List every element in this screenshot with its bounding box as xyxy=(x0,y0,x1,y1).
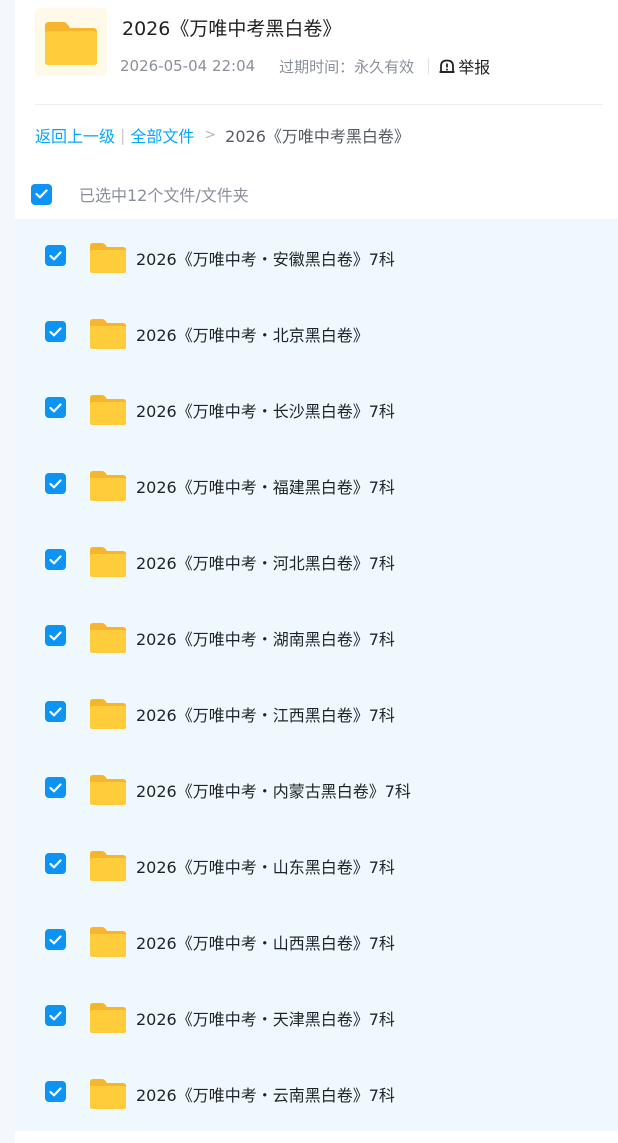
file-row[interactable]: 2026《万唯中考・河北黑白卷》7科 xyxy=(15,523,618,599)
file-name[interactable]: 2026《万唯中考・江西黑白卷》7科 xyxy=(136,702,395,726)
share-title: 2026《万唯中考黑白卷》 xyxy=(122,18,342,40)
file-row[interactable]: 2026《万唯中考・云南黑白卷》7科 xyxy=(15,1055,618,1131)
file-row[interactable]: 2026《万唯中考・长沙黑白卷》7科 xyxy=(15,371,618,447)
breadcrumb-divider: | xyxy=(120,125,126,145)
row-checkbox[interactable] xyxy=(45,245,66,266)
folder-icon xyxy=(89,241,127,278)
folder-icon xyxy=(89,1001,127,1038)
check-icon xyxy=(49,326,62,336)
file-name[interactable]: 2026《万唯中考・安徽黑白卷》7科 xyxy=(136,246,395,270)
report-label: 举报 xyxy=(458,58,491,77)
folder-icon xyxy=(89,317,127,354)
breadcrumb: 返回上一级 | 全部文件 > 2026《万唯中考黑白卷》 xyxy=(35,123,410,147)
file-name[interactable]: 2026《万唯中考・山西黑白卷》7科 xyxy=(136,930,395,954)
check-icon xyxy=(35,189,48,199)
file-row[interactable]: 2026《万唯中考・山东黑白卷》7科 xyxy=(15,827,618,903)
file-row[interactable]: 2026《万唯中考・江西黑白卷》7科 xyxy=(15,675,618,751)
folder-icon xyxy=(89,773,127,810)
selection-summary: 已选中12个文件/文件夹 xyxy=(79,186,249,205)
folder-icon xyxy=(89,393,127,430)
row-checkbox[interactable] xyxy=(45,321,66,342)
meta-divider xyxy=(428,58,430,74)
folder-icon xyxy=(89,849,127,886)
check-icon xyxy=(49,630,62,640)
file-name[interactable]: 2026《万唯中考・山东黑白卷》7科 xyxy=(136,854,395,878)
check-icon xyxy=(49,250,62,260)
share-meta: 2026-05-04 22:04 过期时间：永久有效 举报 xyxy=(120,54,490,78)
row-checkbox[interactable] xyxy=(45,549,66,570)
folder-icon xyxy=(89,1077,127,1114)
breadcrumb-arrow-icon: > xyxy=(204,127,217,143)
file-name[interactable]: 2026《万唯中考・北京黑白卷》 xyxy=(136,322,369,346)
folder-icon xyxy=(89,925,127,962)
file-row[interactable]: 2026《万唯中考・湖南黑白卷》7科 xyxy=(15,599,618,675)
file-row[interactable]: 2026《万唯中考・福建黑白卷》7科 xyxy=(15,447,618,523)
all-files-link[interactable]: 全部文件 xyxy=(130,123,194,147)
file-name[interactable]: 2026《万唯中考・长沙黑白卷》7科 xyxy=(136,398,395,422)
file-name[interactable]: 2026《万唯中考・河北黑白卷》7科 xyxy=(136,550,395,574)
row-checkbox[interactable] xyxy=(45,397,66,418)
file-row[interactable]: 2026《万唯中考・内蒙古黑白卷》7科 xyxy=(15,751,618,827)
check-icon xyxy=(49,1086,62,1096)
row-checkbox[interactable] xyxy=(45,625,66,646)
select-all-row: 已选中12个文件/文件夹 xyxy=(31,181,249,207)
check-icon xyxy=(49,1010,62,1020)
file-name[interactable]: 2026《万唯中考・福建黑白卷》7科 xyxy=(136,474,395,498)
check-icon xyxy=(49,858,62,868)
report-icon xyxy=(439,59,455,73)
row-checkbox[interactable] xyxy=(45,1005,66,1026)
file-row[interactable]: 2026《万唯中考・山西黑白卷》7科 xyxy=(15,903,618,979)
share-header: 2026《万唯中考黑白卷》 2026-05-04 22:04 过期时间：永久有效… xyxy=(35,0,603,105)
share-folder-icon xyxy=(35,8,107,76)
folder-icon xyxy=(89,621,127,658)
check-icon xyxy=(49,478,62,488)
row-checkbox[interactable] xyxy=(45,853,66,874)
file-list: 2026《万唯中考・安徽黑白卷》7科 2026《万唯中考・北京黑白卷》 2026《万… xyxy=(15,219,618,1131)
file-row[interactable]: 2026《万唯中考・安徽黑白卷》7科 xyxy=(15,219,618,295)
file-name[interactable]: 2026《万唯中考・湖南黑白卷》7科 xyxy=(136,626,395,650)
file-row[interactable]: 2026《万唯中考・北京黑白卷》 xyxy=(15,295,618,371)
check-icon xyxy=(49,554,62,564)
folder-icon xyxy=(89,697,127,734)
file-name[interactable]: 2026《万唯中考・云南黑白卷》7科 xyxy=(136,1082,395,1106)
folder-icon xyxy=(89,469,127,506)
file-name[interactable]: 2026《万唯中考・内蒙古黑白卷》7科 xyxy=(136,778,411,802)
row-checkbox[interactable] xyxy=(45,473,66,494)
back-link[interactable]: 返回上一级 xyxy=(35,123,115,147)
check-icon xyxy=(49,782,62,792)
folder-icon xyxy=(89,545,127,582)
check-icon xyxy=(49,706,62,716)
select-all-checkbox[interactable] xyxy=(31,183,52,205)
check-icon xyxy=(49,402,62,412)
share-expiry: 过期时间：永久有效 xyxy=(279,57,415,76)
share-date: 2026-05-04 22:04 xyxy=(120,57,256,75)
report-button[interactable]: 举报 xyxy=(438,54,490,78)
row-checkbox[interactable] xyxy=(45,701,66,722)
check-icon xyxy=(49,934,62,944)
breadcrumb-current: 2026《万唯中考黑白卷》 xyxy=(225,127,410,146)
file-name[interactable]: 2026《万唯中考・天津黑白卷》7科 xyxy=(136,1006,395,1030)
file-row[interactable]: 2026《万唯中考・天津黑白卷》7科 xyxy=(15,979,618,1055)
row-checkbox[interactable] xyxy=(45,929,66,950)
row-checkbox[interactable] xyxy=(45,1081,66,1102)
row-checkbox[interactable] xyxy=(45,777,66,798)
